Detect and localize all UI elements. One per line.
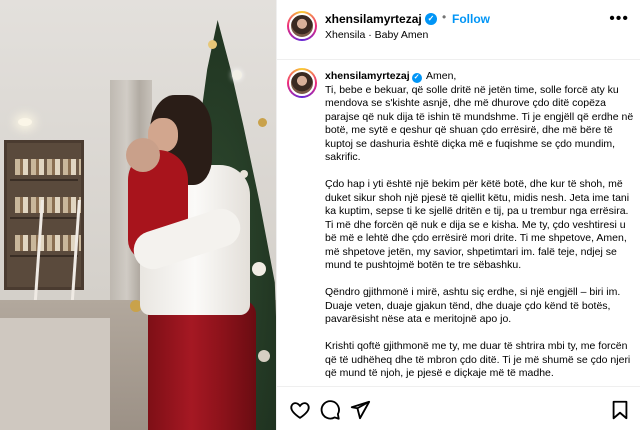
post-header: xhensilamyrtezaj ✓ • Follow Xhensila · B… [277, 0, 640, 60]
verified-badge-icon: ✓ [425, 13, 437, 25]
caption-paragraph-4: Krishti qoftë gjithmonë me ty, me duar t… [325, 340, 631, 379]
share-icon[interactable] [349, 399, 371, 421]
caption-opening: Amen, [425, 70, 457, 82]
post-photo[interactable] [0, 0, 276, 430]
heart-icon[interactable] [289, 399, 311, 421]
photo-table [0, 318, 110, 430]
photo-baby-head [126, 138, 160, 172]
caption-verified-icon: ✓ [411, 73, 422, 83]
post-actions-bar [277, 386, 640, 430]
photo-red-skirt [148, 300, 256, 430]
caption-text: xhensilamyrtezaj ✓ Amen, Ti, bebe e bekua… [325, 70, 637, 380]
caption-avatar[interactable] [287, 68, 317, 98]
comment-icon[interactable] [319, 399, 341, 421]
author-avatar[interactable] [287, 11, 317, 41]
photo-ceiling-light [18, 118, 32, 126]
follow-button[interactable]: Follow [452, 12, 490, 26]
caption-paragraph-2: Çdo hap i yti është një bekim për këtë b… [325, 178, 630, 271]
caption-paragraph-3: Qëndro gjithmonë i mirë, ashtu siç erdhe… [325, 286, 621, 325]
caption-paragraph-1: Ti, bebe e bekuar, që solle dritë në jet… [325, 83, 634, 164]
post-details-pane: xhensilamyrtezaj ✓ • Follow Xhensila · B… [276, 0, 640, 430]
author-subline: Xhensila · Baby Amen [325, 29, 429, 41]
post-caption: xhensilamyrtezaj ✓ Amen, Ti, bebe e bekua… [277, 60, 640, 380]
caption-username[interactable]: xhensilamyrtezaj [325, 70, 410, 82]
author-username[interactable]: xhensilamyrtezaj [325, 12, 422, 26]
bookmark-icon[interactable] [609, 399, 631, 421]
more-options-icon[interactable]: ••• [609, 10, 629, 28]
separator-dot: • [442, 10, 447, 24]
